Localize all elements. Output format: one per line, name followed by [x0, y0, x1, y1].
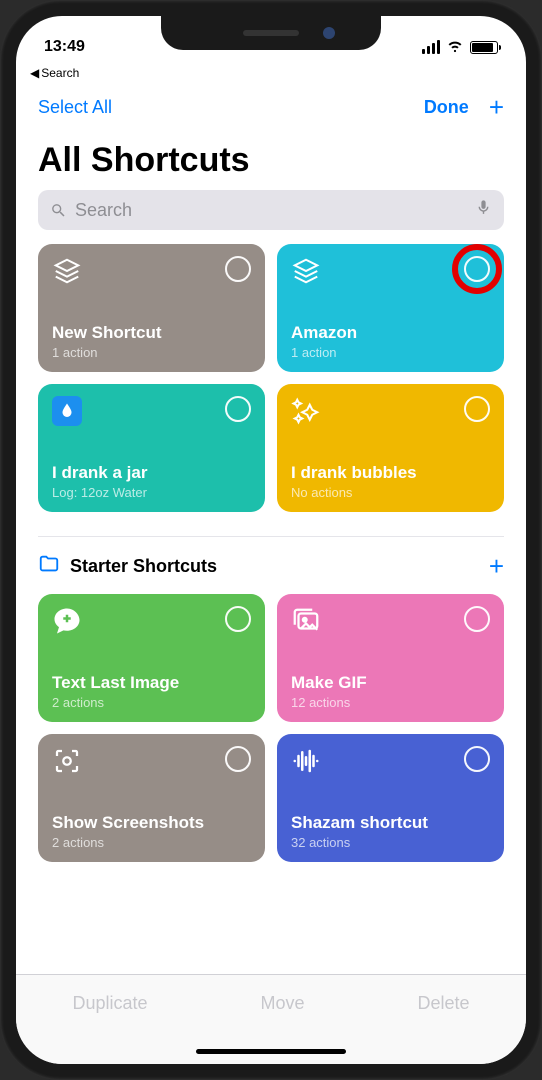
- shortcuts-grid: New Shortcut 1 action Amazon 1 action: [16, 244, 526, 532]
- sparkle-icon: [291, 396, 321, 426]
- notch: [161, 16, 381, 50]
- delete-button[interactable]: Delete: [417, 993, 469, 1014]
- shortcut-card[interactable]: Amazon 1 action: [277, 244, 504, 372]
- shortcut-card[interactable]: Text Last Image 2 actions: [38, 594, 265, 722]
- highlight-annotation: [452, 244, 502, 294]
- select-toggle[interactable]: [225, 746, 251, 772]
- move-button[interactable]: Move: [261, 993, 305, 1014]
- select-toggle[interactable]: [225, 396, 251, 422]
- mic-icon[interactable]: [475, 199, 492, 221]
- search-input[interactable]: Search: [38, 190, 504, 230]
- select-all-button[interactable]: Select All: [38, 97, 112, 118]
- images-icon: [291, 606, 321, 636]
- search-icon: [50, 202, 67, 219]
- shortcut-card[interactable]: Make GIF 12 actions: [277, 594, 504, 722]
- home-indicator[interactable]: [196, 1049, 346, 1054]
- divider: [38, 536, 504, 537]
- clock: 13:49: [44, 38, 85, 56]
- section-header: Starter Shortcuts +: [16, 551, 526, 594]
- screenshot-icon: [52, 746, 82, 776]
- waveform-icon: [291, 746, 321, 776]
- back-breadcrumb[interactable]: ◀ Search: [16, 64, 526, 80]
- chevron-left-icon: ◀: [30, 66, 39, 80]
- select-toggle[interactable]: [225, 606, 251, 632]
- nav-bar: Select All Done +: [16, 80, 526, 127]
- drop-icon: [52, 396, 82, 426]
- starter-grid: Text Last Image 2 actions Make GIF 12 ac…: [16, 594, 526, 882]
- cell-signal-icon: [422, 40, 440, 54]
- shortcut-card[interactable]: New Shortcut 1 action: [38, 244, 265, 372]
- stack-icon: [52, 256, 82, 286]
- page-title: All Shortcuts: [16, 127, 526, 190]
- select-toggle[interactable]: [464, 606, 490, 632]
- add-shortcut-button[interactable]: +: [489, 92, 504, 123]
- select-toggle[interactable]: [225, 256, 251, 282]
- bottom-toolbar: Duplicate Move Delete: [16, 974, 526, 1064]
- shortcut-card[interactable]: Shazam shortcut 32 actions: [277, 734, 504, 862]
- shortcut-card[interactable]: I drank a jar Log: 12oz Water: [38, 384, 265, 512]
- duplicate-button[interactable]: Duplicate: [72, 993, 147, 1014]
- folder-icon: [38, 553, 60, 580]
- select-toggle[interactable]: [464, 396, 490, 422]
- shortcut-card[interactable]: I drank bubbles No actions: [277, 384, 504, 512]
- select-toggle[interactable]: [464, 746, 490, 772]
- wifi-icon: [446, 36, 464, 59]
- phone-frame: 13:49 ◀ Search Select All Done +: [0, 0, 542, 1080]
- chat-plus-icon: [52, 606, 82, 636]
- stack-icon: [291, 256, 321, 286]
- screen: 13:49 ◀ Search Select All Done +: [16, 16, 526, 1064]
- section-add-button[interactable]: +: [489, 551, 504, 582]
- done-button[interactable]: Done: [424, 97, 469, 118]
- section-title: Starter Shortcuts: [70, 556, 217, 577]
- battery-icon: [470, 41, 498, 54]
- shortcut-card[interactable]: Show Screenshots 2 actions: [38, 734, 265, 862]
